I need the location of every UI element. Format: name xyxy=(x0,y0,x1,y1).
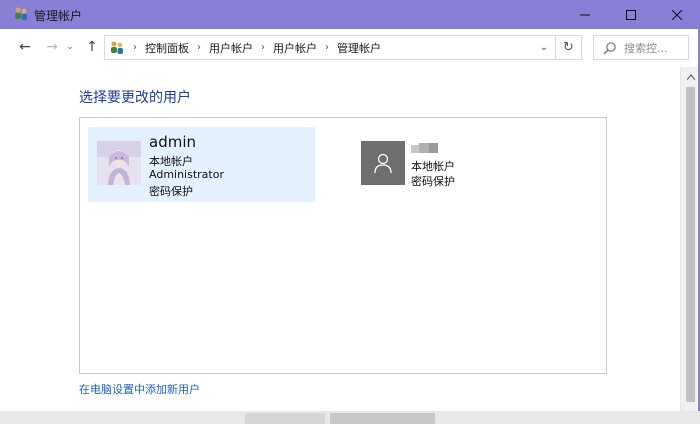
arrow-right-icon: → xyxy=(46,39,58,55)
maximize-button[interactable] xyxy=(608,0,654,29)
up-button[interactable]: ↑ xyxy=(82,36,102,58)
address-bar[interactable]: › 控制面板 › 用户帐户 › 用户帐户 › 管理帐户 ⌄ xyxy=(104,35,556,60)
breadcrumb-user-accounts[interactable]: 用户帐户 xyxy=(209,40,253,56)
user-tile-admin[interactable]: admin 本地帐户 Administrator 密码保护 xyxy=(88,127,315,202)
user-name: admin xyxy=(149,133,196,151)
account-role: Administrator xyxy=(149,168,224,181)
close-button[interactable] xyxy=(654,0,700,29)
breadcrumb-separator[interactable]: › xyxy=(325,42,329,53)
window-title: 管理帐户 xyxy=(34,9,83,23)
control-panel-users-icon xyxy=(15,7,27,20)
arrow-left-icon: ← xyxy=(19,39,31,55)
user-silhouette-icon xyxy=(374,153,392,174)
chevron-up-icon xyxy=(687,74,695,80)
back-button[interactable]: ← xyxy=(15,36,35,58)
password-protection: 密码保护 xyxy=(411,175,455,188)
forward-button[interactable]: → xyxy=(42,36,62,58)
breadcrumb-separator[interactable]: › xyxy=(197,42,201,53)
add-new-user-link[interactable]: 在电脑设置中添加新用户 xyxy=(79,381,200,397)
scrollbar-thumb[interactable] xyxy=(686,87,695,402)
search-icon xyxy=(603,41,616,54)
user-list-panel: admin 本地帐户 Administrator 密码保护 本地帐户 密码保护 xyxy=(79,117,607,374)
minimize-button[interactable] xyxy=(562,0,608,29)
vertical-scrollbar[interactable] xyxy=(680,67,700,411)
control-panel-users-icon xyxy=(111,41,123,54)
page-title: 选择要更改的用户 xyxy=(79,90,191,106)
breadcrumb-manage-accounts[interactable]: 管理帐户 xyxy=(337,40,381,56)
redacted-user-name xyxy=(411,143,443,153)
minimize-icon xyxy=(580,14,590,15)
account-type: 本地帐户 xyxy=(149,155,193,168)
maximize-icon xyxy=(626,9,636,20)
background-window-segment xyxy=(245,413,325,424)
user-tile-other[interactable]: 本地帐户 密码保护 xyxy=(354,132,554,192)
password-protection: 密码保护 xyxy=(149,185,193,198)
breadcrumb-separator[interactable]: › xyxy=(261,42,265,53)
title-bar: 管理帐户 xyxy=(0,0,700,29)
breadcrumb-control-panel[interactable]: 控制面板 xyxy=(145,40,189,56)
chevron-down-icon: ⌄ xyxy=(66,42,74,52)
search-input[interactable]: 搜索控... xyxy=(593,35,689,60)
address-dropdown-button[interactable]: ⌄ xyxy=(533,36,555,59)
default-user-icon xyxy=(361,141,405,185)
avatar xyxy=(97,141,141,185)
refresh-button[interactable]: ↻ xyxy=(556,35,582,60)
chevron-down-icon: ⌄ xyxy=(539,42,549,53)
breadcrumb-separator[interactable]: › xyxy=(133,42,137,53)
navigation-bar: ← → ⌄ ↑ › 控制面板 › 用户帐户 › 用户帐户 › 管理帐户 ⌄ ↻ xyxy=(0,29,700,67)
recent-locations-button[interactable]: ⌄ xyxy=(64,36,76,58)
background-window-segment xyxy=(330,413,435,424)
account-type: 本地帐户 xyxy=(411,160,455,173)
breadcrumb-user-accounts-2[interactable]: 用户帐户 xyxy=(273,40,317,56)
main-content: 选择要更改的用户 admin 本地帐户 Administrator 密码保护 本… xyxy=(0,67,680,411)
search-placeholder: 搜索控... xyxy=(624,41,668,55)
arrow-up-icon: ↑ xyxy=(86,39,98,55)
background-window-strip xyxy=(0,411,700,424)
close-icon xyxy=(672,9,682,20)
refresh-icon: ↻ xyxy=(563,40,574,55)
